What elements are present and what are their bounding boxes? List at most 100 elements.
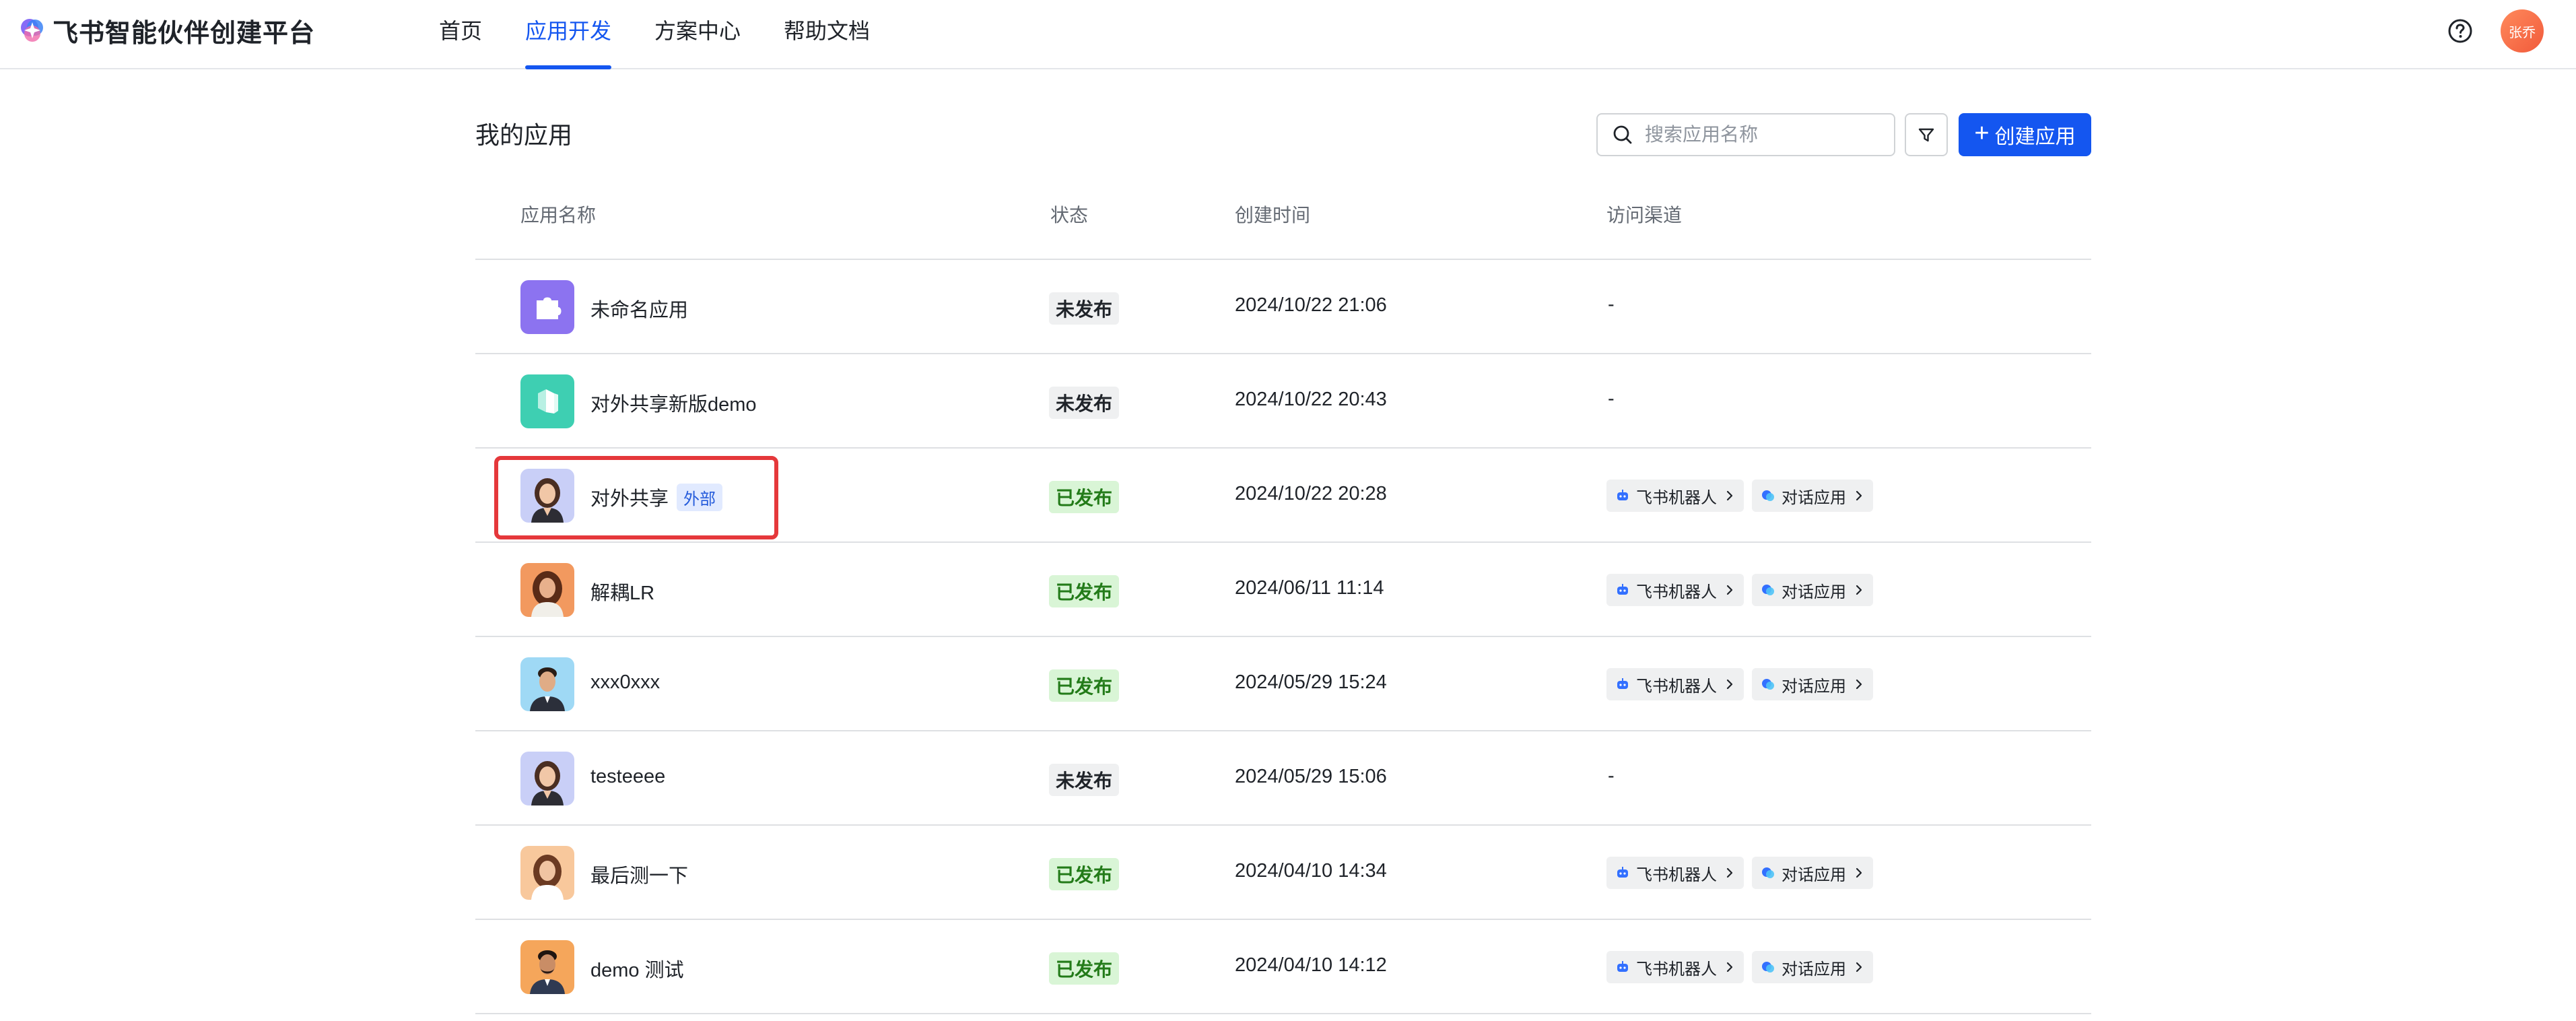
- robot-icon: [1617, 961, 1628, 972]
- chat-icon: [1762, 585, 1774, 595]
- access-channel-empty: -: [1608, 388, 1615, 409]
- created-time: 2024/10/22 20:28: [1235, 483, 1387, 504]
- page-title: 我的应用: [475, 121, 573, 149]
- app-name[interactable]: 对外共享 外部: [590, 483, 723, 511]
- app-name[interactable]: 未命名应用: [590, 294, 688, 323]
- robot-icon: [1617, 678, 1628, 689]
- nav-app-development[interactable]: 应用开发: [525, 0, 612, 69]
- app-name[interactable]: 对外共享新版demo: [590, 389, 757, 417]
- column-header-status: 状态: [1050, 205, 1089, 226]
- created-time: 2024/05/29 15:06: [1235, 766, 1387, 787]
- create-app-label: 创建应用: [1994, 126, 2076, 148]
- robot-icon: [1617, 867, 1628, 878]
- channel-chat-app[interactable]: 对话应用: [1752, 857, 1873, 889]
- access-channels: 飞书机器人 对话应用: [1606, 480, 1881, 512]
- table-row[interactable]: xxx0xxx 已发布 2024/05/29 15:24 飞书机器人 对话应用: [475, 637, 2091, 731]
- table-row[interactable]: 最后测一下 已发布 2024/04/10 14:34 飞书机器人 对话应用: [475, 826, 2091, 920]
- access-channels: 飞书机器人 对话应用: [1606, 857, 1881, 889]
- status-badge: 已发布: [1049, 858, 1120, 890]
- top-navigation-bar: 飞书智能伙伴创建平台 首页 应用开发 方案中心 帮助文档 张乔: [0, 0, 2576, 69]
- table-row[interactable]: testeeee 未发布 2024/05/29 15:06 -: [475, 731, 2091, 826]
- chat-icon: [1762, 679, 1774, 690]
- table-row[interactable]: 对外共享新版demo 未发布 2024/10/22 20:43 -: [475, 354, 2091, 449]
- app-name[interactable]: 解耦LR: [590, 577, 654, 605]
- table-row[interactable]: 解耦LR 已发布 2024/06/11 11:14 飞书机器人 对话应用: [475, 543, 2091, 637]
- robot-icon: [1617, 584, 1628, 595]
- created-time: 2024/10/22 21:06: [1235, 294, 1387, 316]
- access-channel-empty: -: [1608, 294, 1615, 315]
- access-channels: 飞书机器人 对话应用: [1606, 951, 1881, 983]
- woman-avatar-icon: [520, 752, 574, 805]
- chevron-right-icon: [1856, 490, 1862, 501]
- nav-solution-center[interactable]: 方案中心: [654, 0, 741, 69]
- brand-name: 飞书智能伙伴创建平台: [53, 19, 316, 48]
- channel-chat-app[interactable]: 对话应用: [1752, 574, 1873, 606]
- filter-icon: [1918, 128, 1934, 142]
- channel-chat-app[interactable]: 对话应用: [1752, 951, 1873, 983]
- status-badge: 未发布: [1049, 292, 1120, 325]
- brand[interactable]: 飞书智能伙伴创建平台: [16, 13, 316, 48]
- column-header-access-channel: 访问渠道: [1606, 205, 1683, 226]
- table-row[interactable]: 未命名应用 未发布 2024/10/22 21:06 -: [475, 260, 2091, 354]
- app-name[interactable]: xxx0xxx: [590, 671, 660, 694]
- robot-icon: [1617, 490, 1628, 500]
- chat-icon: [1762, 867, 1774, 878]
- table-row[interactable]: demo 测试 已发布 2024/04/10 14:12 飞书机器人 对话应用: [475, 920, 2091, 1014]
- status-badge: 未发布: [1049, 764, 1120, 796]
- created-time: 2024/05/29 15:24: [1235, 671, 1387, 693]
- app-name[interactable]: 最后测一下: [590, 860, 688, 888]
- nav-home[interactable]: 首页: [439, 0, 482, 69]
- app-name[interactable]: testeeee: [590, 766, 665, 788]
- app-name[interactable]: demo 测试: [590, 954, 684, 983]
- user-avatar[interactable]: 张乔: [2501, 9, 2544, 53]
- status-badge: 已发布: [1049, 669, 1120, 702]
- status-badge: 未发布: [1049, 387, 1120, 419]
- column-header-app-name: 应用名称: [520, 205, 597, 226]
- table-header: 应用名称 状态 创建时间 访问渠道: [475, 168, 2091, 260]
- channel-feishu-bot[interactable]: 飞书机器人: [1606, 668, 1744, 700]
- access-channels: 飞书机器人 对话应用: [1606, 574, 1881, 606]
- status-badge: 已发布: [1049, 952, 1120, 985]
- chevron-right-icon: [1726, 585, 1733, 595]
- created-time: 2024/04/10 14:34: [1235, 860, 1387, 882]
- nav-help-docs[interactable]: 帮助文档: [784, 0, 870, 69]
- main-nav: 首页 应用开发 方案中心 帮助文档: [439, 0, 913, 69]
- brand-logo-icon: [21, 19, 43, 42]
- table-row[interactable]: 对外共享 外部 已发布 2024/10/22 20:28 飞书机器人 对话应用: [475, 449, 2091, 543]
- chevron-right-icon: [1726, 962, 1733, 973]
- chevron-right-icon: [1726, 679, 1733, 690]
- created-time: 2024/10/22 20:43: [1235, 389, 1387, 410]
- column-header-created-time: 创建时间: [1235, 205, 1311, 226]
- created-time: 2024/04/10 14:12: [1235, 954, 1387, 976]
- woman-avatar-icon: [520, 563, 574, 617]
- create-app-button[interactable]: + 创建应用: [1959, 113, 2091, 156]
- help-icon[interactable]: [2447, 18, 2474, 44]
- apps-table: 应用名称 状态 创建时间 访问渠道 未命名应用 未发布 2024/10/22 2…: [475, 168, 2091, 1014]
- chevron-right-icon: [1726, 490, 1733, 501]
- access-channels: 飞书机器人 对话应用: [1606, 668, 1881, 700]
- channel-feishu-bot[interactable]: 飞书机器人: [1606, 951, 1744, 983]
- chat-icon: [1762, 490, 1774, 501]
- search-box[interactable]: [1596, 113, 1895, 156]
- channel-chat-app[interactable]: 对话应用: [1752, 480, 1873, 512]
- filter-button[interactable]: [1905, 113, 1948, 156]
- channel-feishu-bot[interactable]: 飞书机器人: [1606, 480, 1744, 512]
- created-time: 2024/06/11 11:14: [1235, 577, 1384, 599]
- cube-icon: [520, 374, 574, 428]
- woman-avatar-icon: [520, 469, 574, 523]
- woman-avatar-icon: [520, 846, 574, 900]
- channel-feishu-bot[interactable]: 飞书机器人: [1606, 857, 1744, 889]
- channel-feishu-bot[interactable]: 飞书机器人: [1606, 574, 1744, 606]
- chat-icon: [1762, 962, 1774, 973]
- chevron-right-icon: [1856, 679, 1862, 690]
- status-badge: 已发布: [1049, 575, 1120, 607]
- search-icon: [1613, 125, 1632, 144]
- chevron-right-icon: [1856, 585, 1862, 595]
- channel-chat-app[interactable]: 对话应用: [1752, 668, 1873, 700]
- search-input[interactable]: [1643, 123, 1886, 146]
- puzzle-icon: [520, 280, 574, 334]
- status-badge: 已发布: [1049, 481, 1120, 513]
- chevron-right-icon: [1726, 867, 1733, 878]
- man-avatar-icon: [520, 657, 574, 711]
- access-channel-empty: -: [1608, 765, 1615, 787]
